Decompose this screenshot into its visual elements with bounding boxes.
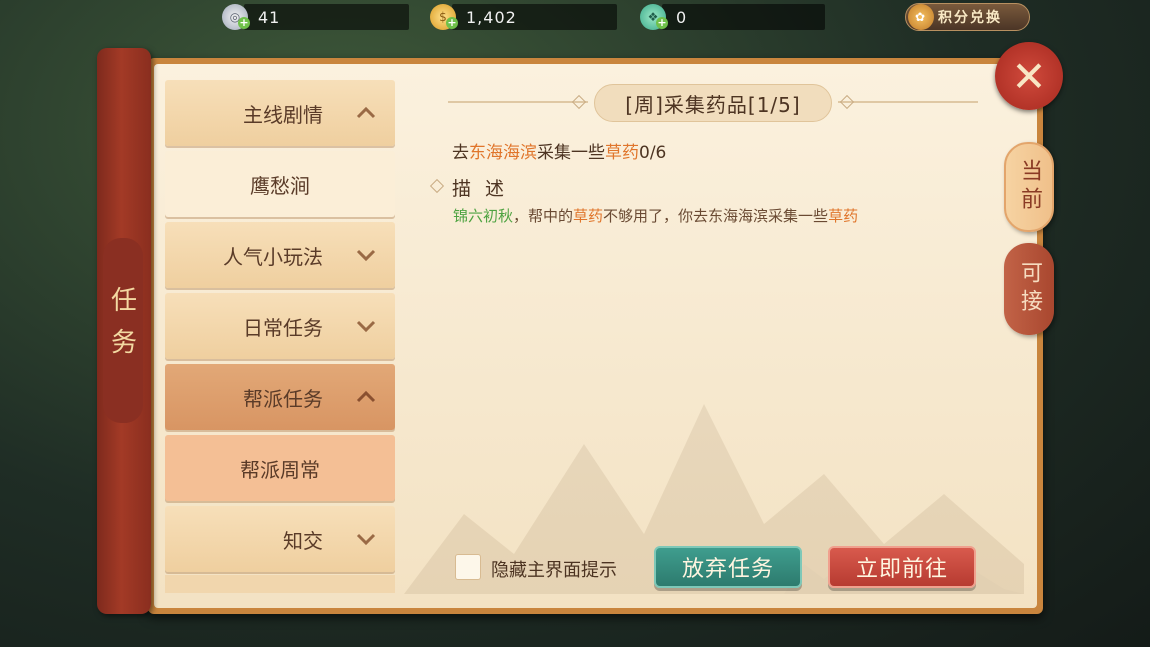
title-divider-right [838,101,978,103]
description-heading: 描 述 [452,178,509,200]
chevron-down-icon [356,320,376,333]
category-daily-quests[interactable]: 日常任务 [165,293,395,359]
panel-spine: 任务 [97,48,151,614]
tab-current[interactable]: 当前 [1004,142,1054,232]
quest-item-label: 鹰愁涧 [250,173,310,198]
close-button[interactable]: ✕ [995,42,1063,110]
jade-currency: ❖ + 0 [640,4,825,30]
chevron-down-icon [356,533,376,546]
category-list-overflow-item[interactable] [165,575,395,593]
quest-item-label: 帮派周常 [240,457,320,482]
objective-text: 采集一些 [537,143,605,163]
category-popular-minigames[interactable]: 人气小玩法 [165,222,395,288]
abandon-quest-button[interactable]: 放弃任务 [654,546,802,588]
description-text: 不够用了，你去东海海滨采集一些 [603,207,829,225]
close-icon: ✕ [1011,51,1047,101]
category-label: 日常任务 [243,315,323,340]
jade-value: 0 [676,7,688,27]
tab-current-label: 当前 [1017,159,1042,215]
hide-hint-label: 隐藏主界面提示 [491,560,617,581]
add-gold-button[interactable]: + [446,17,458,29]
tab-available-label: 可接 [1017,261,1042,317]
abandon-quest-label: 放弃任务 [681,557,774,582]
category-guild-quests[interactable]: 帮派任务 [165,364,395,430]
chevron-down-icon [356,249,376,262]
go-now-button[interactable]: 立即前往 [828,546,976,588]
panel-title: 任务 [110,286,137,358]
quest-description: 锦六初秋，帮中的草药不够用了，你去东海海滨采集一些草药 [453,205,858,226]
chevron-up-icon [356,106,376,119]
objective-location-link[interactable]: 东海海滨 [469,143,537,163]
objective-progress: 0/6 [639,143,667,163]
objective-text: 去 [452,143,469,163]
category-label: 帮派任务 [243,386,323,411]
category-main-story[interactable]: 主线剧情 [165,80,395,146]
tab-available[interactable]: 可接 [1004,243,1054,335]
money-bag-icon: ✿ [908,4,934,30]
hide-hint-checkbox[interactable] [455,554,481,580]
silver-currency: ◎ + 41 [222,4,409,30]
category-confidants[interactable]: 知交 [165,506,395,572]
category-label: 主线剧情 [243,102,323,127]
silver-value: 41 [258,7,281,27]
gold-currency: $ + 1,402 [430,4,617,30]
category-label: 人气小玩法 [223,244,323,269]
points-exchange-label: 积分兑换 [938,10,1002,26]
objective-item: 草药 [605,143,639,163]
category-label: 知交 [283,528,323,553]
description-item: 草药 [828,207,859,225]
description-text: ，帮中的 [513,207,574,225]
title-divider-left [448,101,588,103]
quest-objective: 去东海海滨采集一些草药0/6 [452,138,666,163]
add-jade-button[interactable]: + [656,17,668,29]
description-item: 草药 [573,207,604,225]
add-silver-button[interactable]: + [238,17,250,29]
quest-item-guild-weekly[interactable]: 帮派周常 [165,435,395,501]
gold-value: 1,402 [466,7,517,27]
quest-title: [周]采集药品[1/5] [594,84,832,122]
quest-item-eagle-gorge[interactable]: 鹰愁涧 [165,151,395,217]
chevron-up-icon [356,390,376,403]
go-now-label: 立即前往 [855,557,948,582]
points-exchange-button[interactable]: ✿ 积分兑换 [905,3,1030,31]
npc-name: 锦六初秋 [453,207,514,225]
